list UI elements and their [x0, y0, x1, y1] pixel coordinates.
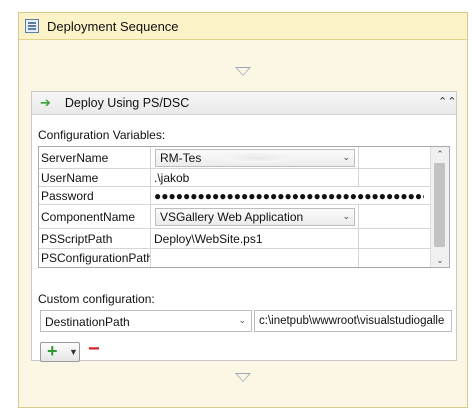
sequence-icon [25, 19, 39, 33]
componentname-combobox[interactable]: VSGallery Web Application ⌄ [155, 208, 355, 226]
chevron-down-icon: ⌄ [238, 315, 246, 325]
config-variables-label: Configuration Variables: [38, 128, 166, 142]
grid-cell-name: UserName [39, 169, 151, 186]
sequence-title: Deployment Sequence [47, 18, 179, 34]
psscriptpath-field[interactable]: Deploy\WebSite.ps1 [152, 229, 358, 248]
servername-combobox[interactable]: RM-Tes ⌄ [155, 149, 355, 167]
deployment-sequence-container[interactable]: Deployment Sequence ➔ Deploy Using PS/DS… [18, 12, 468, 408]
grid-row-psconfigurationpath[interactable]: PSConfigurationPath [39, 249, 431, 267]
combo-value: DestinationPath [45, 315, 130, 329]
deploy-activity[interactable]: ➔ Deploy Using PS/DSC ⌃⌃ Configuration V… [31, 91, 457, 362]
grid-extra-cell [358, 229, 431, 248]
grid-row-servername[interactable]: ServerName RM-Tes ⌄ [39, 147, 431, 169]
activity-title: Deploy Using PS/DSC [64, 96, 190, 110]
plus-icon: + [47, 341, 58, 361]
combo-value: VSGallery Web Application [160, 210, 304, 224]
chevron-down-icon[interactable]: ▼ [69, 347, 78, 357]
sequence-header[interactable]: Deployment Sequence [19, 13, 467, 40]
grid-cell-name: PSScriptPath [39, 229, 151, 248]
double-chevron-up-icon[interactable]: ⌃⌃ [438, 95, 456, 109]
chevron-down-icon: ⌄ [342, 211, 350, 221]
grid-extra-cell [358, 205, 431, 228]
scroll-up-icon[interactable]: ⌃ [431, 147, 449, 161]
config-variables-grid[interactable]: ServerName RM-Tes ⌄ UserName .\jakob Pas… [38, 146, 450, 268]
drop-target-arrow-bottom [235, 373, 251, 382]
grid-extra-cell [358, 249, 431, 267]
drop-target-arrow-top [235, 67, 251, 76]
scrollbar-thumb[interactable] [434, 163, 445, 247]
grid-row-username[interactable]: UserName .\jakob [39, 169, 431, 187]
add-custom-config-button[interactable]: + ▼ [40, 341, 80, 362]
activity-header[interactable]: ➔ Deploy Using PS/DSC ⌃⌃ [32, 92, 456, 115]
redaction-blur [222, 153, 292, 163]
grid-vertical-scrollbar[interactable]: ⌃ ⌄ [430, 147, 449, 267]
custom-configuration-label: Custom configuration: [38, 292, 155, 306]
grid-cell-name: Password [39, 187, 151, 204]
grid-cell-name: PSConfigurationPath [41, 249, 151, 267]
custom-config-name-combobox[interactable]: DestinationPath ⌄ [40, 310, 252, 332]
grid-row-password[interactable]: Password ●●●●●●●●●●●●●●●●●●●●●●●●●●●●●●●… [39, 187, 431, 205]
grid-extra-cell [358, 147, 431, 168]
grid-extra-cell [358, 169, 431, 186]
scroll-down-icon[interactable]: ⌄ [431, 253, 449, 267]
custom-config-value-field[interactable]: c:\inetpub\wwwroot\visualstudiogalle [254, 310, 452, 332]
chevron-down-icon: ⌄ [342, 152, 350, 162]
username-field[interactable]: .\jakob [152, 169, 358, 186]
grid-row-componentname[interactable]: ComponentName VSGallery Web Application … [39, 205, 431, 229]
grid-row-psscriptpath[interactable]: PSScriptPath Deploy\WebSite.ps1 [39, 229, 431, 249]
minus-icon[interactable]: − [88, 338, 100, 361]
grid-cell-name: ComponentName [39, 205, 151, 228]
psconfigurationpath-field[interactable] [152, 249, 358, 267]
grid-cell-name: ServerName [39, 147, 151, 168]
combo-value: RM-Tes [160, 151, 202, 165]
field-value: c:\inetpub\wwwroot\visualstudiogalle [259, 315, 445, 327]
password-field[interactable]: ●●●●●●●●●●●●●●●●●●●●●●●●●●●●●●●●●●●●●● [152, 187, 424, 204]
green-arrow-icon: ➔ [40, 95, 51, 110]
